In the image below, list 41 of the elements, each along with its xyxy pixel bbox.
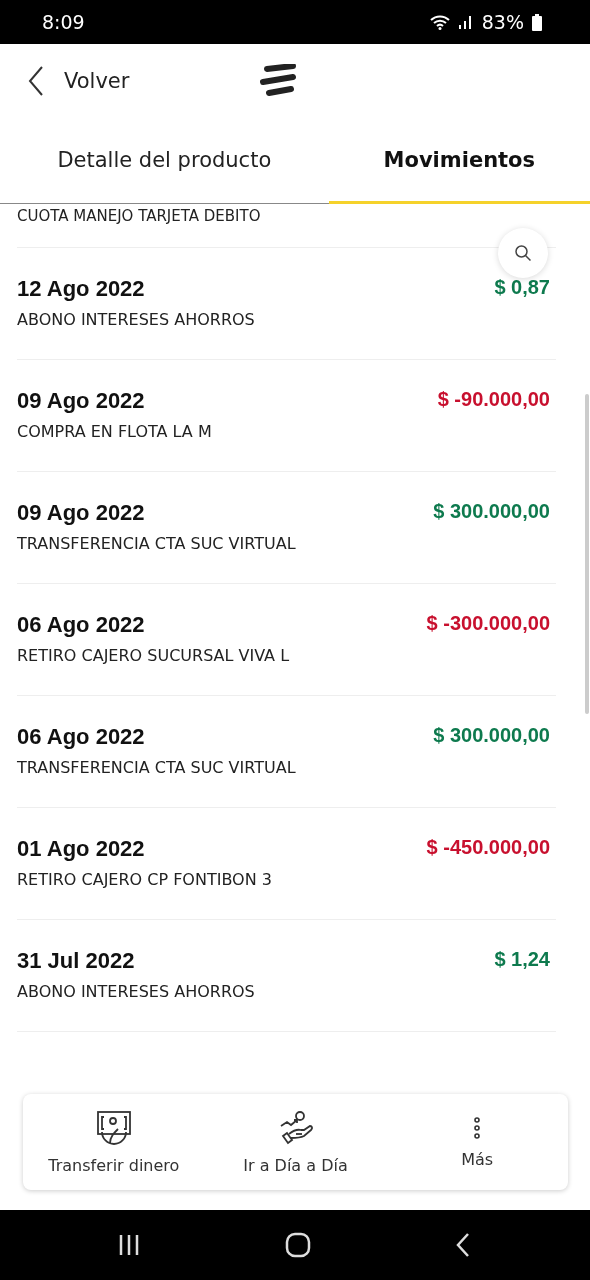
status-time: 8:09: [42, 11, 85, 33]
battery-percent: 83%: [481, 11, 524, 33]
action-button[interactable]: Transferir dinero: [23, 1094, 205, 1190]
movement-date: 09 Ago 2022: [17, 388, 146, 414]
movement-date: 31 Jul 2022: [17, 948, 136, 974]
wifi-icon: [429, 14, 450, 30]
movement-description: TRANSFERENCIA CTA SUC VIRTUAL: [17, 534, 296, 553]
recent-apps-icon[interactable]: [118, 1234, 140, 1256]
more-vertical-icon: [473, 1115, 482, 1140]
search-button[interactable]: [498, 228, 548, 278]
movement-date: 06 Ago 2022: [17, 612, 146, 638]
movement-date: 12 Ago 2022: [17, 276, 146, 302]
movement-description: TRANSFERENCIA CTA SUC VIRTUAL: [17, 758, 296, 777]
back-button[interactable]: Volver: [0, 66, 130, 96]
movement-amount: $ 300.000,00: [433, 500, 551, 523]
movement-date: 01 Ago 2022: [17, 836, 146, 862]
money-hand-icon: [95, 1109, 132, 1146]
movement-date: 06 Ago 2022: [17, 724, 146, 750]
movement-amount: $ -90.000,00: [437, 388, 551, 411]
back-icon[interactable]: [456, 1233, 470, 1257]
tab[interactable]: Detalle del producto: [0, 118, 329, 204]
logo-icon: [259, 64, 298, 98]
battery-icon: [532, 13, 542, 31]
movement-amount: $ -300.000,00: [426, 612, 551, 635]
tab[interactable]: Movimientos: [328, 118, 590, 204]
movement-amount: $ 1,24: [494, 948, 551, 971]
signal-icon: [457, 14, 474, 30]
chevron-left-icon: [28, 66, 44, 96]
movement-amount: $ 300.000,00: [433, 724, 551, 747]
action-button[interactable]: Más: [386, 1094, 568, 1190]
movement-description: RETIRO CAJERO SUCURSAL VIVA L: [17, 646, 290, 665]
movement-description: RETIRO CAJERO CP FONTIBON 3: [17, 870, 272, 889]
movement-description: COMPRA EN FLOTA LA M: [17, 422, 212, 441]
movement-amount: $ -450.000,00: [426, 836, 551, 859]
movement-description: ABONO INTERESES AHORROS: [17, 310, 255, 329]
movement-amount: $ 0,87: [494, 276, 551, 299]
movement-date: 09 Ago 2022: [17, 500, 146, 526]
movement-description: ABONO INTERESES AHORROS: [17, 982, 255, 1001]
search-icon: [514, 244, 532, 262]
action-button[interactable]: Ir a Día a Día: [204, 1094, 387, 1190]
home-icon[interactable]: [285, 1232, 311, 1258]
